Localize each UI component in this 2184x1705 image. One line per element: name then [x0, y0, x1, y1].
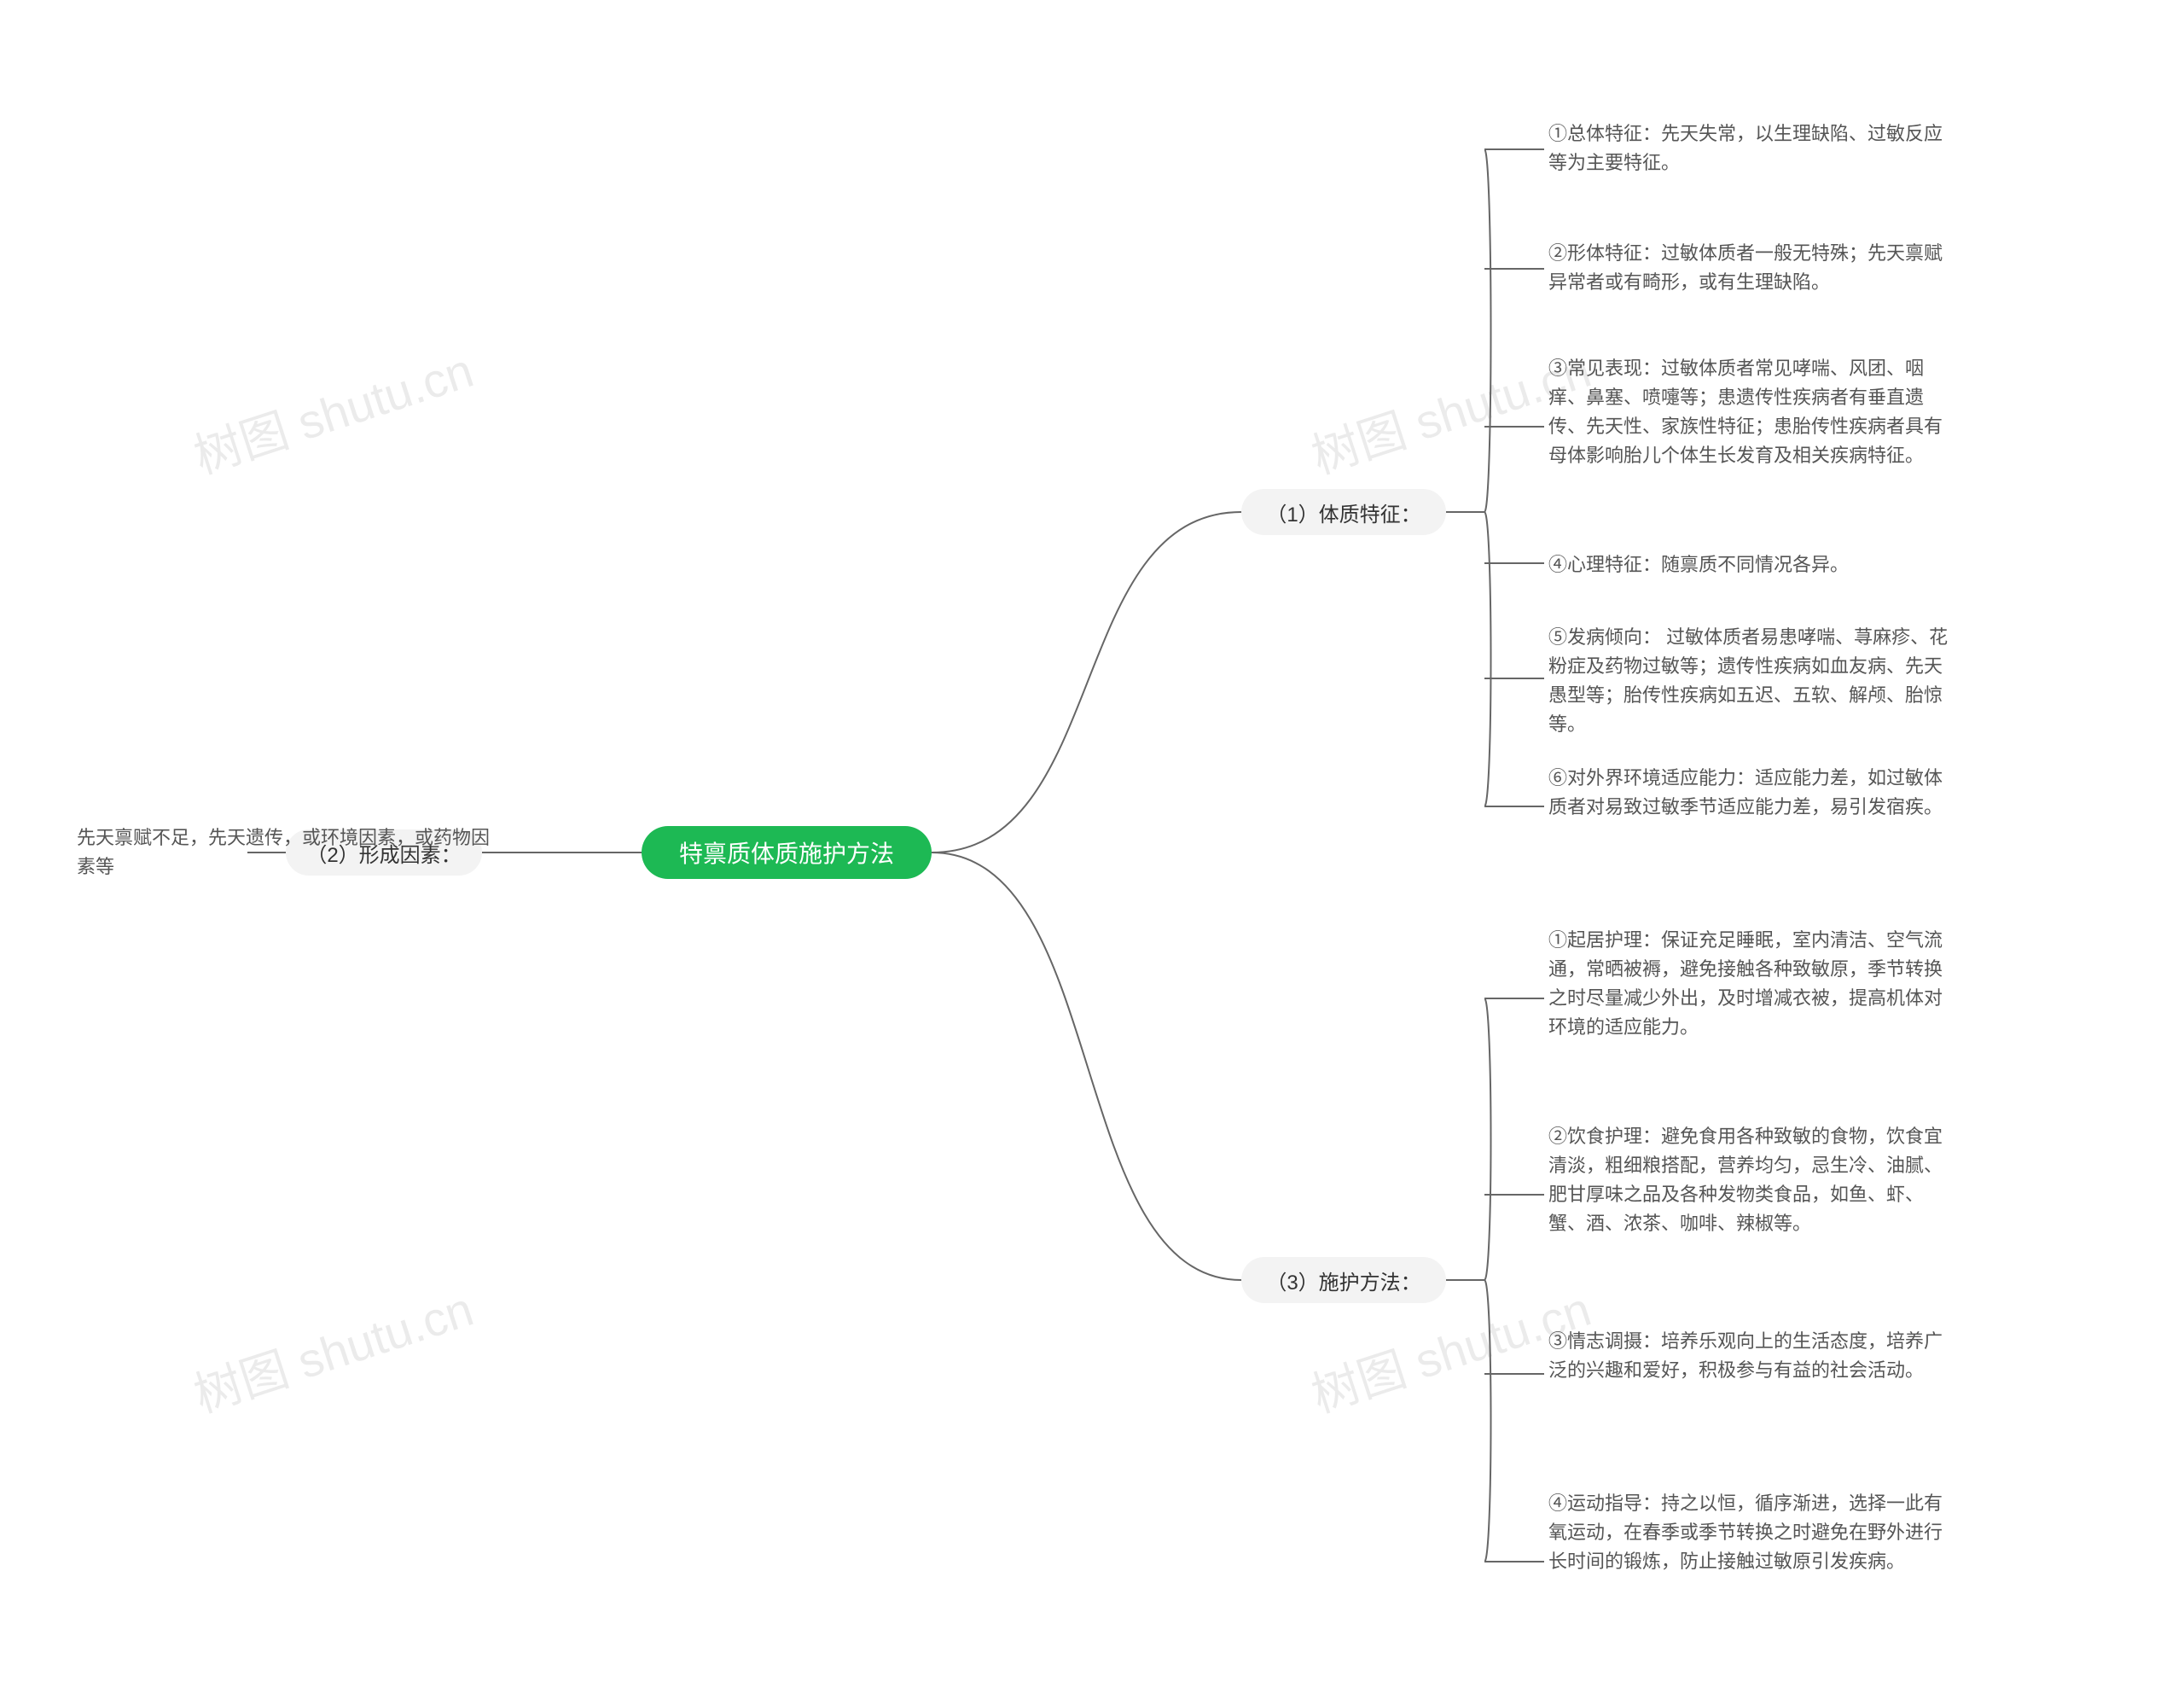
leaf-b1-2: ②形体特征：过敏体质者一般无特殊；先天禀赋异常者或有畸形，或有生理缺陷。 [1548, 239, 1949, 297]
leaf-b3-4: ④运动指导：持之以恒，循序渐进，选择一此有氧运动，在春季或季节转换之时避免在野外… [1548, 1489, 1949, 1576]
leaf-b1-5: ⑤发病倾向： 过敏体质者易患哮喘、荨麻疹、花粉症及药物过敏等；遗传性疾病如血友病… [1548, 623, 1949, 739]
leaf-b3-3: ③情志调摄：培养乐观向上的生活态度，培养广泛的兴趣和爱好，积极参与有益的社会活动… [1548, 1327, 1949, 1385]
leaf-b1-4: ④心理特征：随禀质不同情况各异。 [1548, 550, 1849, 579]
leaf-b1-3: ③常见表现：过敏体质者常见哮喘、风团、咽痒、鼻塞、喷嚏等；患遗传性疾病者有垂直遗… [1548, 354, 1949, 470]
leaf-b1-1: ①总体特征：先天失常，以生理缺陷、过敏反应等为主要特征。 [1548, 119, 1949, 177]
branch-node-characteristics[interactable]: （1）体质特征： [1241, 489, 1446, 535]
leaf-b3-1: ①起居护理：保证充足睡眠，室内清洁、空气流通，常晒被褥，避免接触各种致敏原，季节… [1548, 926, 1949, 1042]
leaf-b1-6: ⑥对外界环境适应能力：适应能力差，如过敏体质者对易致过敏季节适应能力差，易引发宿… [1548, 764, 1949, 822]
leaf-b2-1: 先天禀赋不足，先天遗传，或环境因素，或药物因素等 [77, 823, 503, 882]
leaf-b3-2: ②饮食护理：避免食用各种致敏的食物，饮食宜清淡，粗细粮搭配，营养均匀，忌生冷、油… [1548, 1122, 1949, 1238]
watermark: 树图 shutu.cn [184, 1271, 481, 1427]
root-node[interactable]: 特禀质体质施护方法 [642, 826, 932, 879]
branch-node-methods[interactable]: （3）施护方法： [1241, 1257, 1446, 1303]
watermark: 树图 shutu.cn [184, 333, 481, 488]
